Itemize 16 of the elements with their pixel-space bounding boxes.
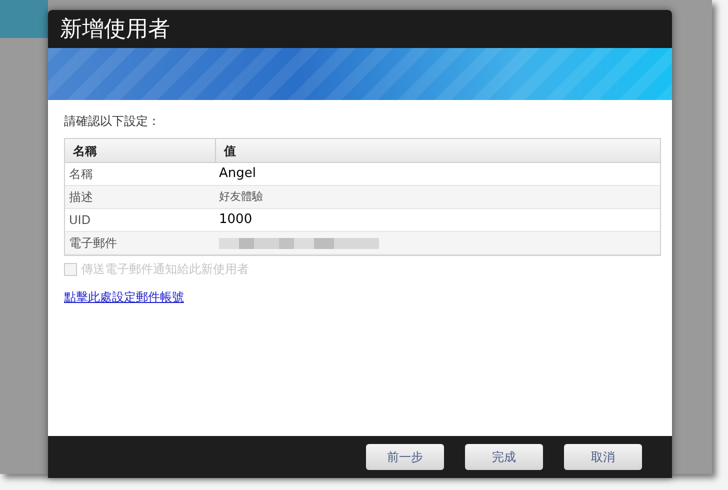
table-cell-text: 電子郵件	[68, 235, 118, 252]
prompt-text: 請確認以下設定：	[64, 113, 161, 130]
table-cell-text: UID	[68, 212, 92, 229]
table-cell-text: Angel	[218, 165, 257, 184]
column-header: 名稱	[65, 139, 216, 162]
table-cell-text: 1000	[218, 211, 254, 230]
table-cell-text: 好友體驗	[218, 188, 264, 205]
dialog-title: 新增使用者	[60, 16, 170, 44]
table-cell-text: 名稱	[68, 166, 94, 183]
dialog-button[interactable]: 取消	[564, 444, 642, 470]
checkbox-label: 傳送電子郵件通知給此新使用者	[81, 261, 249, 278]
column-header: 值	[222, 142, 237, 160]
mail-settings-link[interactable]: 點擊此處設定郵件帳號	[64, 288, 184, 306]
dialog-button[interactable]: 完成	[465, 444, 543, 470]
dialog-button[interactable]: 前一步	[366, 444, 444, 470]
table-cell-text: 描述	[68, 189, 94, 206]
